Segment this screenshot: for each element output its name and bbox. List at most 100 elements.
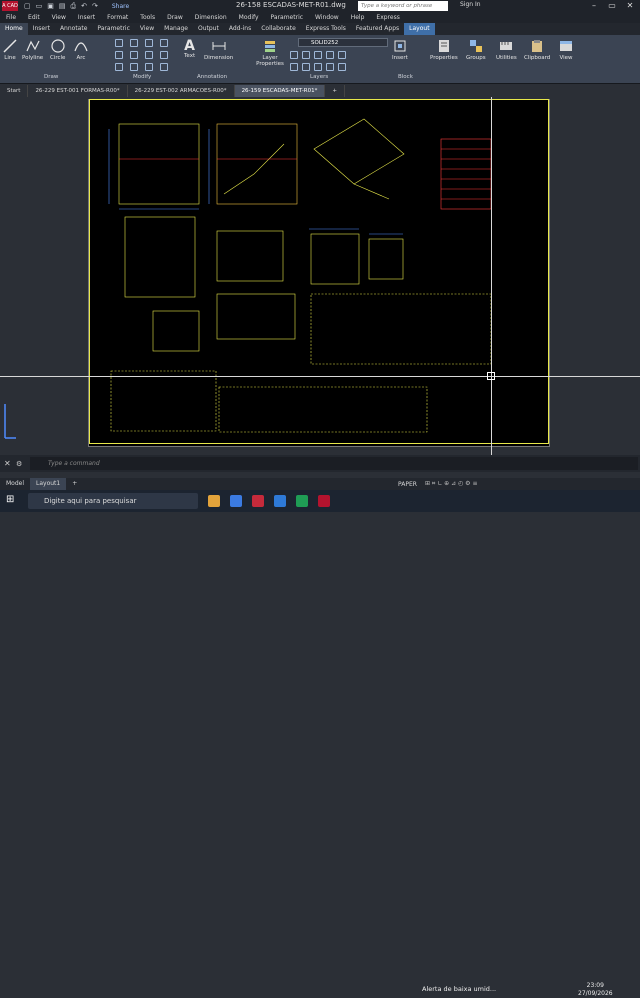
utilities-button[interactable]: Utilities [496,39,517,61]
dimension-button[interactable]: Dimension [204,39,233,61]
sign-in-button[interactable]: Sign In [460,1,481,8]
layer-tool-icon[interactable] [290,51,298,59]
array-icon[interactable] [145,63,153,71]
menu-edit[interactable]: Edit [28,14,40,21]
menu-format[interactable]: Format [107,14,128,21]
menu-window[interactable]: Window [315,14,339,21]
new-icon[interactable]: ▢ [24,2,31,11]
layer-tool-icon[interactable] [302,63,310,71]
copy-icon[interactable] [115,51,123,59]
fillet-icon[interactable] [145,51,153,59]
save-icon[interactable]: ▣ [47,2,54,11]
layers-panel-label[interactable]: Layers [310,74,328,80]
properties-button[interactable]: Properties [430,39,458,61]
redo-icon[interactable]: ↷ [92,2,98,11]
customize-icon[interactable]: ⚙ [16,460,22,468]
file-explorer-icon[interactable] [208,495,220,507]
new-tab-icon[interactable]: + [325,85,345,97]
tab-output[interactable]: Output [193,23,224,35]
mirror-icon[interactable] [130,51,138,59]
insert-button[interactable]: Insert [392,39,408,61]
file-tab-active[interactable]: 26-159 ESCADAS-MET-R01* [234,85,326,97]
search-input[interactable]: Type a keyword or phrase [358,1,448,11]
excel-icon[interactable] [296,495,308,507]
menu-parametric[interactable]: Parametric [271,14,304,21]
tab-addins[interactable]: Add-ins [224,23,256,35]
share-button[interactable]: Share [112,3,129,10]
layer-tool-icon[interactable] [326,51,334,59]
erase-icon[interactable] [160,39,168,47]
print-icon[interactable]: ⎙ [71,2,77,11]
tab-layout1[interactable]: Layout1 [30,478,67,490]
layer-tool-icon[interactable] [314,63,322,71]
menu-express[interactable]: Express [376,14,399,21]
arc-button[interactable]: Arc [74,39,88,61]
scale-icon[interactable] [130,63,138,71]
tab-parametric[interactable]: Parametric [92,23,135,35]
layer-tool-icon[interactable] [290,63,298,71]
taskbar-search-input[interactable]: Digite aqui para pesquisar [28,493,198,509]
open-icon[interactable]: ▭ [36,2,43,11]
close-icon[interactable]: ✕ [4,459,11,468]
file-tab-start[interactable]: Start [0,85,29,97]
saveas-icon[interactable]: ▤ [59,2,66,11]
tab-manage[interactable]: Manage [159,23,193,35]
file-tab[interactable]: 26-229 EST-001 FORMAS-R00* [28,85,128,97]
stretch-icon[interactable] [115,63,123,71]
maximize-icon[interactable]: ▭ [602,0,622,12]
menu-draw[interactable]: Draw [167,14,183,21]
tab-model[interactable]: Model [0,478,30,490]
text-button[interactable]: A Text [184,39,195,59]
trim-icon[interactable] [145,39,153,47]
groups-button[interactable]: Groups [466,39,486,61]
tab-express-tools[interactable]: Express Tools [301,23,351,35]
modify-panel-label[interactable]: Modify [133,74,151,80]
layer-tool-icon[interactable] [338,51,346,59]
tab-home[interactable]: Home [0,23,28,35]
layer-tool-icon[interactable] [338,63,346,71]
undo-icon[interactable]: ↶ [81,2,87,11]
line-button[interactable]: Line [3,39,17,61]
menu-dimension[interactable]: Dimension [195,14,227,21]
layer-tool-icon[interactable] [314,51,322,59]
drawing-canvas[interactable] [0,97,640,455]
close-icon[interactable]: ✕ [620,0,640,12]
clipboard-button[interactable]: Clipboard [524,39,550,61]
draw-panel-label[interactable]: Draw [44,74,58,80]
status-tools-icons[interactable]: ⊞ ⌗ ∟ ⊕ ⊿ ◴ ⚙ ≡ [425,480,477,488]
taskbar-clock[interactable]: 23:09 27/09/2026 [578,982,613,998]
windows-start-icon[interactable]: ⊞ [6,494,14,505]
move-icon[interactable] [115,39,123,47]
offset-icon[interactable] [160,63,168,71]
command-input[interactable]: Type a command [30,457,638,470]
polyline-button[interactable]: Polyline [22,39,43,61]
menu-tools[interactable]: Tools [140,14,155,21]
file-tab[interactable]: 26-229 EST-002 ARMACOES-R00* [128,85,235,97]
annotation-panel-label[interactable]: Annotation [197,74,227,80]
layer-properties-button[interactable]: Layer Properties [255,39,285,67]
outlook-icon[interactable] [274,495,286,507]
rotate-icon[interactable] [130,39,138,47]
layer-tool-icon[interactable] [302,51,310,59]
weather-alert[interactable]: Alerta de baixa umid... [422,985,512,993]
menu-modify[interactable]: Modify [239,14,259,21]
autocad-app-icon[interactable]: A CAD [2,1,18,11]
block-panel-label[interactable]: Block [398,74,413,80]
autocad-taskbar-icon[interactable] [318,495,330,507]
layer-tool-icon[interactable] [326,63,334,71]
tab-collaborate[interactable]: Collaborate [256,23,301,35]
tab-insert[interactable]: Insert [28,23,55,35]
minimize-icon[interactable]: – [584,0,604,12]
menu-help[interactable]: Help [351,14,365,21]
menu-file[interactable]: File [6,14,16,21]
menu-view[interactable]: View [52,14,66,21]
layer-dropdown[interactable]: SOLID252 [298,38,388,47]
chrome-icon[interactable] [252,495,264,507]
tab-featured-apps[interactable]: Featured Apps [351,23,404,35]
add-layout-icon[interactable]: + [66,478,83,490]
paper-space-toggle[interactable]: PAPER [398,481,417,488]
tab-view[interactable]: View [135,23,159,35]
view-button[interactable]: View [559,39,573,61]
menu-insert[interactable]: Insert [78,14,95,21]
explode-icon[interactable] [160,51,168,59]
